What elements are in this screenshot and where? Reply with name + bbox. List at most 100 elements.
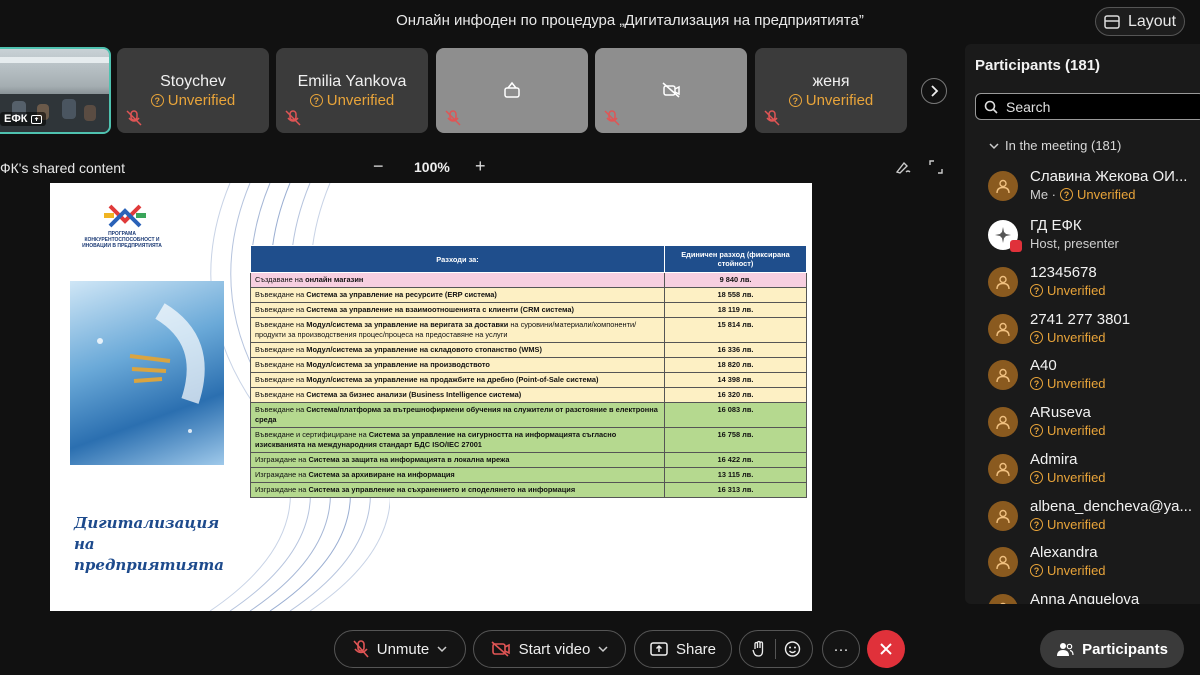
unverified-icon: ? (1030, 377, 1043, 390)
tile-name: Stoychev (160, 73, 226, 90)
expense-cell: Въвеждане на Система за управление на вз… (250, 302, 665, 318)
zoom-out-button[interactable]: − (373, 156, 384, 177)
participant-status: ? Unverified (1030, 423, 1106, 438)
expense-cell: Създаване на онлайн магазин (250, 272, 665, 288)
participant-name: Admira (1030, 451, 1078, 468)
active-tile-label: ЕФК (4, 113, 28, 125)
expense-prefix: Въвеждане на (255, 390, 307, 399)
unit-cost-cell: 13 115 лв. (664, 467, 807, 483)
unverified-icon: ? (1030, 424, 1043, 437)
more-button[interactable]: ··· (822, 630, 860, 668)
start-video-label: Start video (518, 640, 591, 658)
chevron-right-icon (931, 85, 939, 97)
table-row: Въвеждане на Модул/система за управление… (250, 372, 807, 388)
participants-search-input[interactable]: Search (975, 93, 1200, 120)
participant-item[interactable]: Alexandra? Unverified (965, 540, 1200, 586)
in-meeting-section-header[interactable]: In the meeting (181) (989, 138, 1121, 153)
unverified-icon: ? (788, 94, 802, 107)
video-off-icon (491, 641, 510, 657)
participants-button[interactable]: Participants (1040, 630, 1184, 668)
expense-cell: Въвеждане на Модул/система за управление… (250, 317, 665, 343)
expense-item: Система за управление на ресурсите (ERP … (306, 290, 497, 299)
unverified-icon: ? (1030, 518, 1043, 531)
tile-status-text: Unverified (326, 92, 395, 109)
chevron-down-icon[interactable] (437, 645, 447, 653)
slide-caption: Дигитализация на предприятията (74, 514, 224, 574)
next-page-button[interactable] (921, 78, 947, 104)
zoom-level: 100% (414, 159, 450, 175)
meeting-controls: Unmute Start video Share ··· Participant… (0, 630, 1200, 670)
user-icon (996, 322, 1010, 337)
participant-item[interactable]: Anna Anguelova (965, 587, 1200, 604)
participant-item[interactable]: 12345678 ? Unverified (965, 260, 1200, 306)
unit-cost-cell: 9 840 лв. (664, 272, 807, 288)
table-row: Въвеждане и сертифициране на Система за … (250, 427, 807, 453)
muted-mic-icon (604, 110, 620, 126)
expense-item: Модул/система за управление на складовот… (306, 345, 542, 354)
participant-status: ? Unverified (1030, 283, 1106, 298)
leave-meeting-button[interactable] (867, 630, 905, 668)
expense-prefix: Създаване на (255, 275, 306, 284)
unit-cost-cell: 16 758 лв. (664, 427, 807, 453)
zoom-in-button[interactable]: + (475, 156, 486, 177)
video-tile-placeholder[interactable] (436, 48, 588, 133)
participant-name: albena_dencheva@ya... (1030, 498, 1193, 515)
expense-prefix: Въвеждане на (255, 305, 307, 314)
unverified-label: Unverified (1047, 563, 1106, 578)
expand-icon[interactable] (929, 160, 943, 174)
expense-prefix: Въвеждане на (255, 405, 307, 414)
participant-item[interactable]: Славина Жекова ОИ... Me · ? Unverified (965, 164, 1200, 210)
share-screen-icon (650, 642, 668, 656)
participant-item[interactable]: A40? Unverified (965, 353, 1200, 399)
unverified-label: Unverified (1047, 376, 1106, 391)
reactions-button[interactable] (739, 630, 813, 668)
video-tile-stoychev[interactable]: Stoychev ? Unverified (117, 48, 269, 133)
expense-prefix: Въвеждане на (255, 320, 307, 329)
share-badge-icon (1010, 240, 1022, 252)
user-icon (996, 415, 1010, 430)
participant-item[interactable]: Admira? Unverified (965, 447, 1200, 493)
participant-item[interactable]: albena_dencheva@ya...? Unverified (965, 494, 1200, 540)
expense-item: Система за защита на информацията в лока… (308, 455, 510, 464)
start-video-button[interactable]: Start video (473, 630, 626, 668)
participant-name: Anna Anguelova (1030, 591, 1140, 604)
participant-item[interactable]: ГД ЕФК Host, presenter (965, 213, 1200, 259)
unverified-label: Unverified (1047, 470, 1106, 485)
people-icon (1057, 643, 1074, 656)
share-button[interactable]: Share (634, 630, 732, 668)
unmute-button[interactable]: Unmute (334, 630, 466, 668)
active-video-tile[interactable]: ЕФК (0, 47, 111, 134)
shared-content-label: ФК's shared content (0, 160, 125, 176)
muted-mic-icon (126, 110, 142, 126)
shared-slide: ПРОГРАМА КОНКУРЕНТОСПОСОБНОСТ И ИНОВАЦИИ… (50, 183, 812, 611)
logo-text: ПРОГРАМА КОНКУРЕНТОСПОСОБНОСТ И ИНОВАЦИИ… (82, 231, 162, 249)
table-row: Въвеждане на Система за управление на вз… (250, 302, 807, 318)
share-screen-icon (31, 114, 43, 124)
expense-item: Система за управление на съхранението и … (308, 485, 576, 494)
table-row: Въвеждане на Система за бизнес анализи (… (250, 387, 807, 403)
table-row: Въвеждане на Модул/система за управление… (250, 317, 807, 343)
video-tile-zhenya[interactable]: женя ? Unverified (755, 48, 907, 133)
participant-item[interactable]: ARuseva? Unverified (965, 400, 1200, 446)
participant-name: 2741 277 3801 (1030, 311, 1131, 328)
share-label: Share (675, 640, 717, 658)
video-tile-camera-off[interactable] (595, 48, 747, 133)
video-tile-emilia-yankova[interactable]: Emilia Yankova ? Unverified (276, 48, 428, 133)
expense-cell: Изграждане на Система за архивиране на и… (250, 467, 665, 483)
avatar (988, 547, 1018, 577)
table-row: Въвеждане на Система/платформа за вътреш… (250, 402, 807, 428)
search-placeholder: Search (1006, 98, 1051, 115)
annotate-icon[interactable] (895, 160, 911, 174)
user-icon (1000, 602, 1006, 604)
layout-button[interactable]: Layout (1095, 7, 1185, 36)
chevron-down-icon[interactable] (598, 645, 608, 653)
close-icon (880, 643, 892, 655)
participant-name: 12345678 (1030, 264, 1097, 281)
table-header-expenses: Разходи за: (250, 245, 665, 273)
unverified-icon: ? (1030, 564, 1043, 577)
tile-name: Emilia Yankova (297, 73, 407, 90)
cost-table: Разходи за: Единичен разход (фиксирана с… (250, 245, 807, 498)
participant-item[interactable]: 2741 277 3801? Unverified (965, 307, 1200, 353)
tile-status-text: Unverified (805, 92, 874, 109)
unverified-label: Unverified (1077, 187, 1136, 202)
